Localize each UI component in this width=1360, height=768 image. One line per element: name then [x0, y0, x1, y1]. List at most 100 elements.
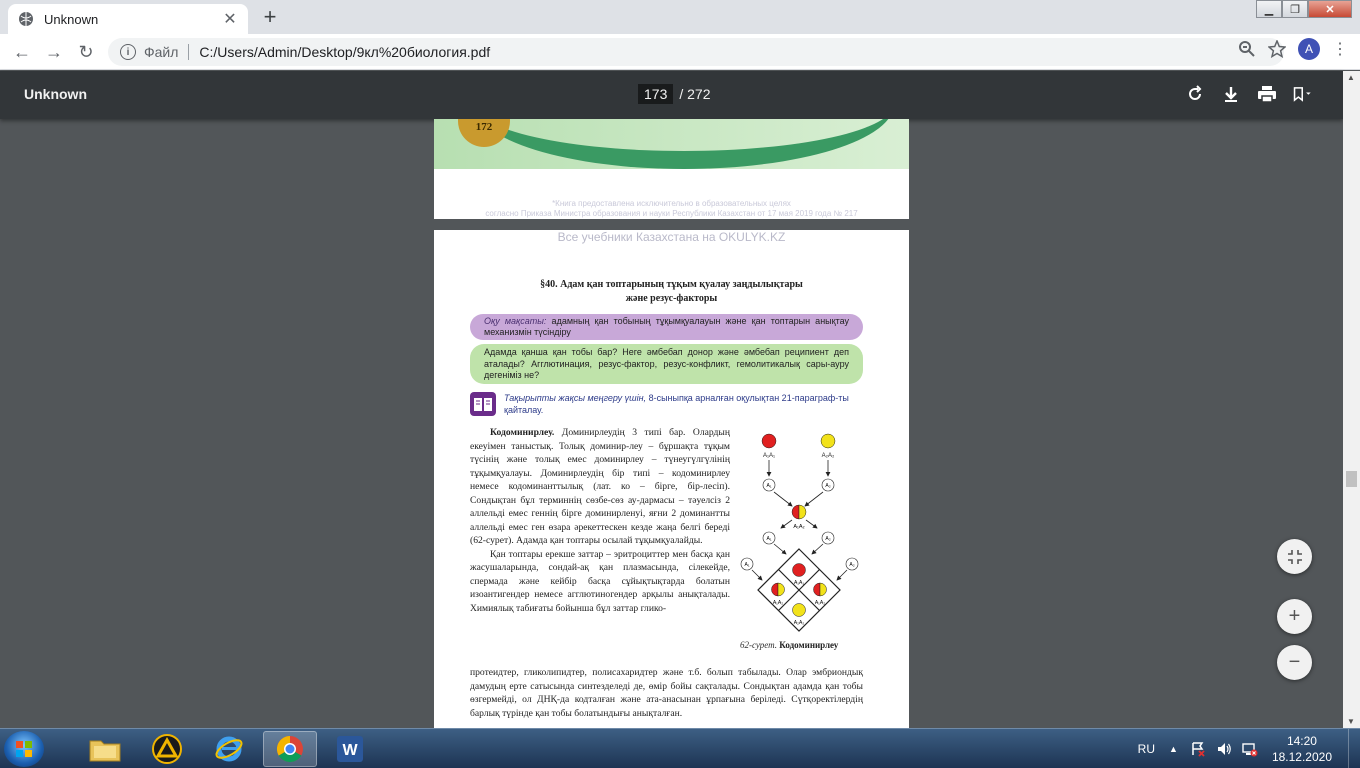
rotate-icon[interactable]	[1185, 83, 1205, 105]
zoom-icon[interactable]	[1238, 40, 1256, 58]
tab-close-icon[interactable]: ✕	[222, 9, 238, 29]
page-indicator: 173 / 272	[638, 84, 711, 104]
forward-button[interactable]: →	[42, 40, 66, 64]
previous-page: 172 *Книга предоставлена исключительно в…	[434, 119, 909, 219]
taskbar-word[interactable]: W	[323, 731, 377, 767]
taskbar-app[interactable]	[140, 731, 194, 767]
browser-tab[interactable]: Unknown ✕	[8, 4, 248, 34]
cell-top-label: A₁A₁	[794, 580, 804, 586]
book-icon	[470, 392, 496, 416]
paragraph-2: Қан топтары ерекше заттар – эритроциттер…	[470, 548, 730, 614]
scheme-label: Файл	[144, 44, 179, 60]
learning-goal-box: Оқу мақсаты: адамның қан тобының тұқымқу…	[470, 314, 863, 340]
browser-toolbar: ← → ↻ i Файл C:/Users/Admin/Desktop/9кл%…	[0, 34, 1360, 70]
windows-taskbar: W RU ▲ 14:20 18.12.2020	[0, 728, 1360, 768]
reload-button[interactable]: ↻	[74, 40, 98, 64]
paragraph-3: протеидтер, гликолипидтер, полисахаридте…	[470, 667, 863, 719]
info-icon[interactable]: i	[120, 44, 136, 60]
network-icon[interactable]	[1242, 741, 1258, 757]
section-title-line-2: және резус-факторы	[625, 293, 718, 304]
label-a1a1: A₁A₁	[763, 453, 775, 459]
gamete-a1-label: A₁	[766, 483, 771, 489]
tab-strip: Unknown ✕ + ▁ ❐ ✕	[0, 0, 1360, 34]
vertical-scrollbar[interactable]: ▲ ▼	[1343, 71, 1360, 728]
zoom-in-button[interactable]: +	[1277, 599, 1312, 634]
parent-red: A₁A₁	[761, 433, 777, 459]
taskbar-ie[interactable]	[202, 731, 256, 767]
gamete-a1-2-label: A₁	[766, 536, 771, 542]
show-desktop-button[interactable]	[1348, 729, 1360, 768]
gamete-a2-label: A₂	[825, 483, 830, 489]
toolbar-right: A ⋮	[1238, 38, 1348, 60]
start-button[interactable]	[4, 731, 44, 767]
codominance-figure: A₁A₁ A₂A₂ A₁ A₂ A₁A₂ A₁ A₂ A₁ A₂ A₁A₁ A₁…	[740, 433, 859, 632]
bookmark-star-icon[interactable]	[1268, 40, 1286, 58]
cell-bottom-label: A₂A₂	[794, 620, 805, 626]
fit-to-page-button[interactable]	[1277, 539, 1312, 574]
disclaimer-line-2: согласно Приказа Министра образования и …	[485, 209, 858, 218]
label-a2a2: A₂A₂	[822, 453, 835, 459]
scroll-up-icon[interactable]: ▲	[1347, 73, 1355, 82]
gamete-a1-3-label: A₁	[744, 562, 749, 568]
gamete-a2-3: A₂	[845, 557, 859, 571]
bookmark-icon[interactable]	[1293, 83, 1313, 105]
tray-expand-icon[interactable]: ▲	[1169, 744, 1178, 754]
action-center-icon[interactable]	[1190, 741, 1206, 757]
repeat-label: Тақырыпты жақсы меңгеру үшін,	[504, 393, 647, 403]
new-tab-button[interactable]: +	[256, 4, 284, 30]
folder-icon	[89, 740, 121, 762]
figure-caption: 62-сурет. Кодоминирлеу	[740, 640, 838, 650]
app-icon	[152, 734, 182, 764]
cell-left-label: A₁A₂	[773, 600, 783, 606]
section-title: §40. Адам қан топтарының тұқым қуалау за…	[434, 278, 909, 306]
gamete-a1-2: A₁	[762, 531, 776, 545]
gamete-a2-2: A₂	[821, 531, 835, 545]
clock-date: 18.12.2020	[1271, 750, 1332, 764]
internet-explorer-icon	[215, 736, 243, 762]
word-icon: W	[337, 736, 363, 762]
body-text-column: Кодоминирлеу. Доминирлеудің 3 типі бар. …	[470, 426, 730, 615]
scroll-thumb[interactable]	[1346, 471, 1357, 487]
minimize-button[interactable]: ▁	[1256, 0, 1282, 18]
disclaimer-line-1: *Книга предоставлена исключительно в обр…	[552, 199, 791, 208]
system-tray: RU ▲ 14:20 18.12.2020	[1138, 729, 1360, 768]
menu-icon[interactable]: ⋮	[1332, 39, 1348, 59]
url-text[interactable]: C:/Users/Admin/Desktop/9кл%20биология.pd…	[199, 44, 490, 60]
print-icon[interactable]	[1257, 83, 1277, 105]
gamete-a1-3: A₁	[740, 557, 754, 571]
back-button[interactable]: ←	[10, 40, 34, 64]
profile-avatar[interactable]: A	[1298, 38, 1320, 60]
pdf-title: Unknown	[24, 86, 87, 102]
watermark: Все учебники Казахстана на OKULYK.KZ	[557, 230, 786, 244]
language-indicator[interactable]: RU	[1138, 742, 1155, 756]
clock[interactable]: 14:20 18.12.2020	[1272, 733, 1332, 765]
page-number-input[interactable]: 173	[638, 84, 674, 104]
svg-text:W: W	[342, 742, 358, 759]
scroll-down-icon[interactable]: ▼	[1347, 717, 1355, 726]
maximize-button[interactable]: ❐	[1282, 0, 1308, 18]
caption-text: Кодоминирлеу	[777, 640, 839, 650]
repeat-note: Тақырыпты жақсы меңгеру үшін, 8-сыныпқа …	[470, 390, 865, 418]
gamete-a1: A₁	[762, 478, 776, 492]
taskbar-explorer[interactable]	[78, 731, 132, 767]
taskbar-chrome[interactable]	[263, 731, 317, 767]
paragraph-1-text: Доминирлеудің 3 типі бар. Олардың екеуім…	[470, 427, 730, 546]
punnett-square: A₁A₁ A₁A₂ A₁A₂ A₂A₂	[757, 548, 841, 632]
fit-page-icon	[1287, 549, 1302, 564]
label-f1: A₁A₂	[793, 524, 804, 530]
divider	[188, 44, 190, 60]
address-bar[interactable]: i Файл C:/Users/Admin/Desktop/9кл%20биол…	[108, 38, 1284, 66]
caption-number: 62-сурет.	[740, 640, 778, 650]
zoom-out-button[interactable]: −	[1277, 645, 1312, 680]
volume-icon[interactable]	[1216, 741, 1232, 757]
download-icon[interactable]	[1221, 83, 1241, 105]
gamete-a2-3-label: A₂	[849, 562, 854, 568]
chrome-icon	[276, 735, 303, 763]
gamete-a2-2-label: A₂	[825, 536, 830, 542]
close-window-button[interactable]: ✕	[1308, 0, 1352, 18]
hybrid-f1: A₁A₂	[791, 504, 807, 530]
pdf-actions	[1185, 83, 1313, 105]
parent-yellow: A₂A₂	[820, 433, 836, 459]
cell-right-label: A₁A₂	[815, 600, 825, 606]
repeat-text: Тақырыпты жақсы меңгеру үшін, 8-сыныпқа …	[504, 392, 864, 416]
